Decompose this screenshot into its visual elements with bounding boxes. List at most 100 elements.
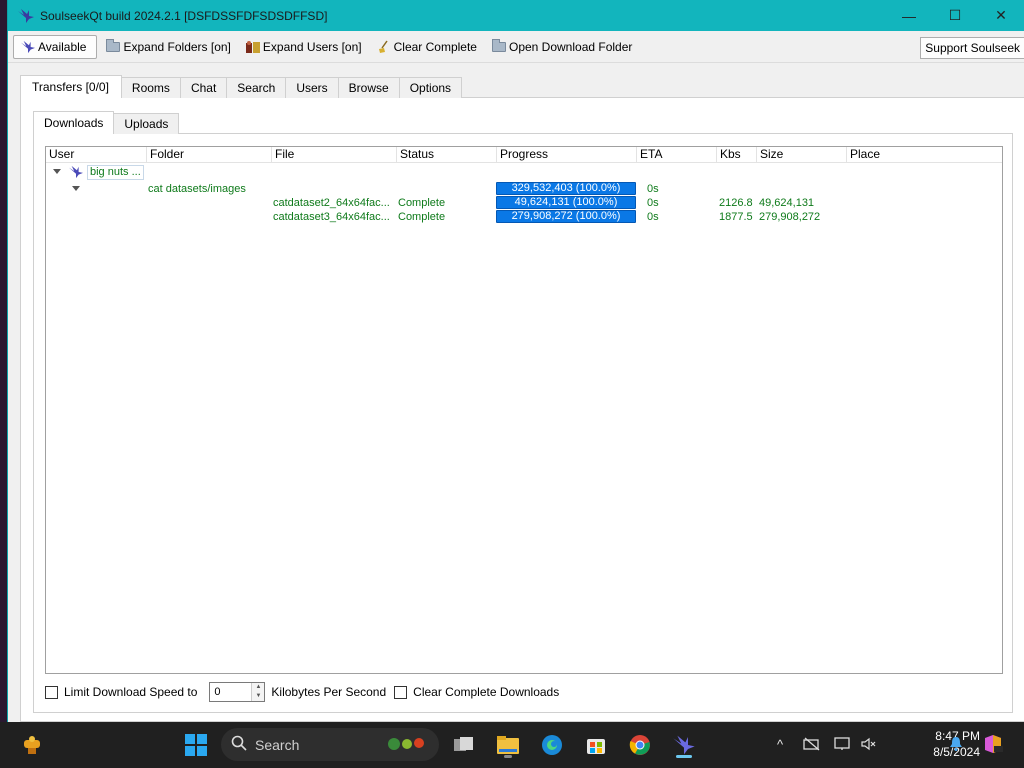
- file-progress-bar: 279,908,272 (100.0%): [496, 210, 636, 223]
- copilot-icon[interactable]: [981, 735, 1005, 753]
- toolbar: Available Expand Folders [on] Expand Use…: [8, 31, 1024, 63]
- tab-browse[interactable]: Browse: [337, 77, 400, 98]
- file-size: 49,624,131: [759, 197, 815, 209]
- tab-rooms[interactable]: Rooms: [120, 77, 181, 98]
- downloads-panel: User Folder File Status Progress ETA Kbs…: [33, 133, 1013, 713]
- file-name: catdataset3_64x64fac...: [273, 211, 390, 223]
- expand-folders-button[interactable]: Expand Folders [on]: [101, 35, 236, 59]
- start-menu-icon[interactable]: [180, 729, 212, 761]
- clear-complete-button[interactable]: Clear Complete: [372, 35, 483, 59]
- column-header-size[interactable]: Size: [757, 147, 847, 162]
- search-highlight-icon: [385, 734, 431, 755]
- active-indicator: [676, 755, 692, 758]
- column-header-eta[interactable]: ETA: [637, 147, 717, 162]
- folder-icon: [491, 38, 507, 54]
- main-panel: Transfers [0/0] Rooms Chat Search Users …: [20, 75, 1024, 722]
- task-view-icon[interactable]: [448, 729, 480, 761]
- tab-users[interactable]: Users: [285, 77, 339, 98]
- expand-users-button[interactable]: Expand Users [on]: [241, 35, 368, 59]
- soulseek-bird-icon: [20, 40, 36, 54]
- widgets-icon[interactable]: [16, 729, 48, 761]
- clear-complete-downloads-label: Clear Complete Downloads: [413, 685, 560, 699]
- running-indicator: [504, 755, 512, 758]
- folder-icon: [105, 38, 121, 54]
- minimize-button[interactable]: —: [886, 0, 932, 31]
- tab-search[interactable]: Search: [226, 77, 287, 98]
- file-eta: 0s: [647, 211, 659, 223]
- column-header-kbs[interactable]: Kbs: [717, 147, 757, 162]
- tab-chat[interactable]: Chat: [179, 77, 228, 98]
- column-header-user[interactable]: User: [46, 147, 147, 162]
- transfers-panel: Downloads Uploads User Folder File Statu…: [20, 97, 1024, 722]
- clear-complete-downloads-checkbox[interactable]: [394, 685, 408, 699]
- table-row[interactable]: catdataset3_64x64fac... Complete 279,908…: [46, 210, 1002, 224]
- user-name[interactable]: big nuts ...: [87, 165, 144, 180]
- column-header-progress[interactable]: Progress: [497, 147, 637, 162]
- limit-speed-checkbox[interactable]: [45, 685, 58, 699]
- file-kbs: 2126.8: [719, 197, 753, 209]
- folder-progress-bar: 329,532,403 (100.0%): [496, 182, 636, 195]
- close-button[interactable]: ✕: [978, 0, 1024, 31]
- tab-transfers[interactable]: Transfers [0/0]: [20, 75, 122, 98]
- clear-complete-label: Clear Complete: [393, 39, 477, 54]
- users-icon: [245, 40, 261, 54]
- downloads-table[interactable]: User Folder File Status Progress ETA Kbs…: [45, 146, 1003, 674]
- maximize-button[interactable]: ☐: [932, 0, 978, 31]
- tab-options[interactable]: Options: [398, 77, 463, 98]
- file-kbs: 1877.5: [719, 211, 753, 223]
- title-bar[interactable]: SoulseekQt build 2024.2.1 [DSFDSSFDFSDSD…: [8, 0, 1024, 31]
- file-name: catdataset2_64x64fac...: [273, 197, 390, 209]
- support-soulseek-button[interactable]: Support Soulseek: [920, 37, 1024, 59]
- column-header-place[interactable]: Place: [847, 147, 1002, 162]
- table-row[interactable]: catdataset2_64x64fac... Complete 49,624,…: [46, 196, 1002, 210]
- soulseek-bird-icon: [16, 6, 36, 26]
- folder-name: cat datasets/images: [148, 183, 246, 195]
- file-status: Complete: [398, 211, 446, 223]
- download-options-bar: Limit Download Speed to 0 ▲ ▼ Kilobytes P…: [45, 681, 985, 703]
- table-header: User Folder File Status Progress ETA Kbs…: [46, 147, 1002, 163]
- search-icon: [231, 735, 247, 754]
- speed-limit-value: 0: [214, 686, 221, 698]
- soulseek-bird-icon: [68, 165, 84, 182]
- file-size: 279,908,272: [759, 211, 821, 223]
- collapse-user-arrow-icon[interactable]: [53, 169, 61, 174]
- taskbar-search-input[interactable]: Search: [221, 728, 439, 761]
- microsoft-store-icon[interactable]: [580, 729, 612, 761]
- file-status: Complete: [398, 197, 446, 209]
- collapse-folder-arrow-icon[interactable]: [72, 186, 80, 191]
- table-row-folder[interactable]: cat datasets/images 329,532,403 (100.0%)…: [46, 182, 1002, 196]
- chrome-browser-icon[interactable]: [624, 729, 656, 761]
- column-header-file[interactable]: File: [272, 147, 397, 162]
- chevron-up-icon[interactable]: ^: [771, 735, 789, 753]
- open-download-folder-label: Open Download Folder: [508, 39, 633, 54]
- display-icon[interactable]: [834, 735, 852, 753]
- network-offline-icon[interactable]: [803, 735, 821, 753]
- search-placeholder: Search: [255, 736, 300, 753]
- stepper-arrows-icon[interactable]: ▲ ▼: [251, 683, 265, 701]
- units-label: Kilobytes Per Second: [271, 685, 387, 699]
- notification-bell-icon[interactable]: [947, 735, 965, 753]
- column-header-folder[interactable]: Folder: [147, 147, 272, 162]
- file-progress-bar: 49,624,131 (100.0%): [496, 196, 636, 209]
- soulseek-taskbar-icon[interactable]: [668, 729, 700, 761]
- transfer-subtabs: Downloads Uploads: [33, 111, 180, 134]
- limit-speed-label: Limit Download Speed to: [64, 685, 198, 699]
- volume-muted-icon[interactable]: [860, 735, 878, 753]
- available-status-button[interactable]: Available: [13, 34, 98, 59]
- expand-folders-label: Expand Folders [on]: [123, 39, 231, 54]
- window-title: SoulseekQt build 2024.2.1 [DSFDSSFDFSDSD…: [40, 8, 328, 23]
- broom-icon: [376, 40, 392, 54]
- file-eta: 0s: [647, 197, 659, 209]
- app-window: SoulseekQt build 2024.2.1 [DSFDSSFDFSDSD…: [7, 0, 1024, 722]
- edge-browser-icon[interactable]: [536, 729, 568, 761]
- tab-uploads[interactable]: Uploads: [113, 113, 180, 134]
- open-download-folder-button[interactable]: Open Download Folder: [487, 35, 638, 59]
- folder-eta: 0s: [647, 183, 659, 195]
- speed-limit-stepper[interactable]: 0 ▲ ▼: [209, 682, 266, 702]
- available-label: Available: [38, 39, 87, 54]
- file-explorer-icon[interactable]: [492, 729, 524, 761]
- table-row-user[interactable]: big nuts ...: [46, 165, 1002, 182]
- tab-downloads[interactable]: Downloads: [33, 111, 115, 134]
- column-header-status[interactable]: Status: [397, 147, 497, 162]
- main-tabs: Transfers [0/0] Rooms Chat Search Users …: [20, 75, 1024, 98]
